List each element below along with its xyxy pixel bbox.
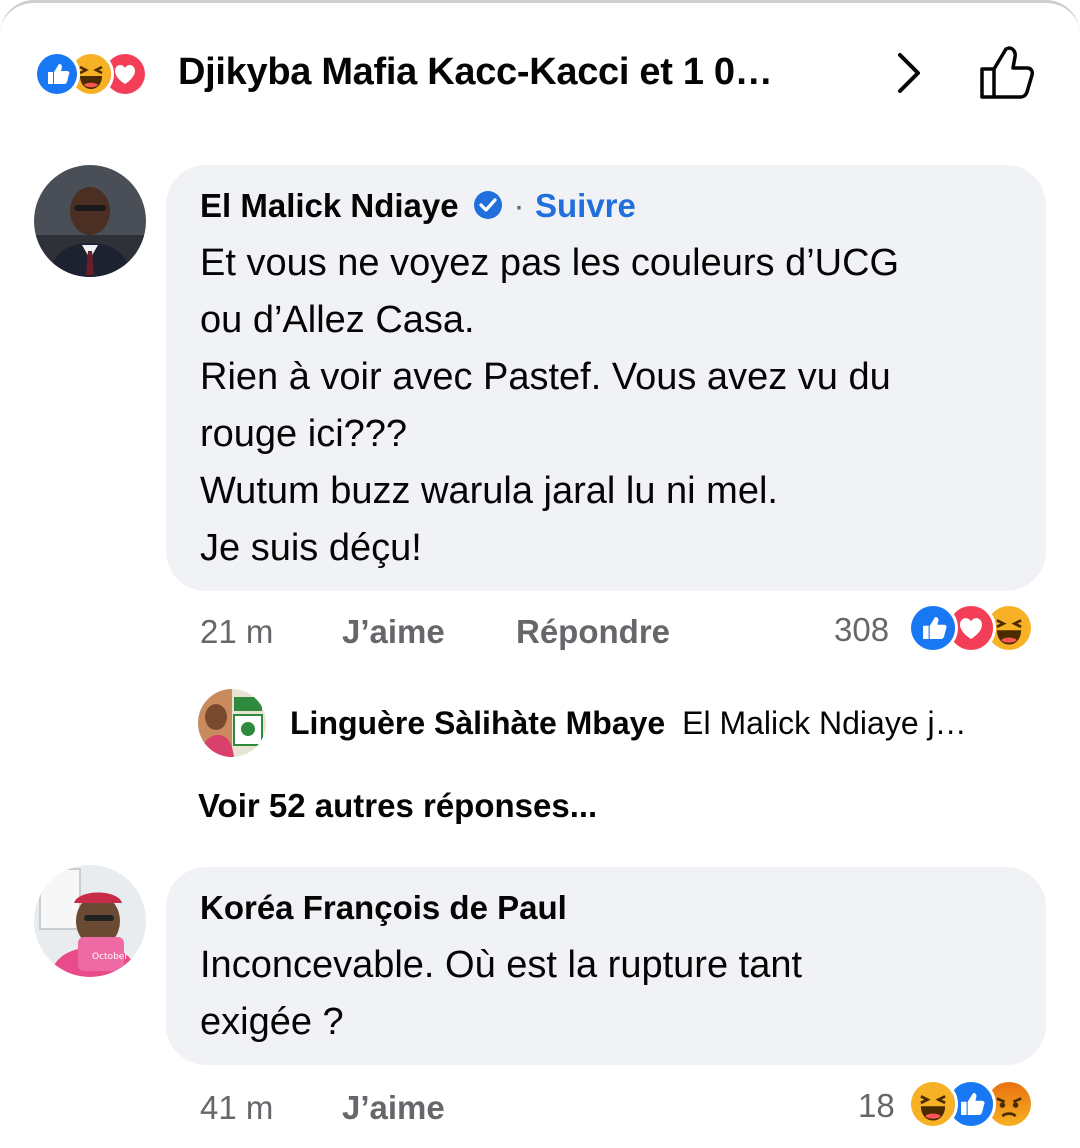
comments-sheet: Djikyba Mafia Kacc-Kacci et 1 0… El Mali… <box>0 0 1080 1148</box>
avatar[interactable] <box>34 165 146 277</box>
follow-button[interactable]: Suivre <box>535 187 636 224</box>
avatar[interactable]: October <box>34 865 146 977</box>
reactions-header[interactable]: Djikyba Mafia Kacc-Kacci et 1 0… <box>34 43 1044 107</box>
like-outline-icon[interactable] <box>976 43 1038 103</box>
view-more-replies-link[interactable]: Voir 52 autres réponses... <box>198 787 597 825</box>
comment-reactions[interactable] <box>908 603 1048 653</box>
like-icon <box>34 51 80 97</box>
reaction-icons-group[interactable] <box>34 51 174 99</box>
comment-text: Et vous ne voyez pas les couleurs d’UCG … <box>200 242 900 569</box>
like-button[interactable]: J’aime <box>342 1089 445 1127</box>
verified-badge-icon <box>473 190 503 220</box>
comment-author[interactable]: Koréa François de Paul <box>200 889 567 927</box>
reply-avatar[interactable] <box>198 689 266 757</box>
comment-timestamp: 21 m <box>200 613 274 650</box>
haha-icon <box>908 1079 958 1129</box>
reply-button[interactable]: Répondre <box>516 613 670 651</box>
reply-author: Linguère Sàlihàte Mbaye <box>290 705 666 741</box>
comment-bubble: El Malick Ndiaye · Suivre Et vous ne voy… <box>166 165 1046 591</box>
comment-reactions[interactable] <box>908 1079 1048 1129</box>
avatar-badge-text: October <box>92 952 128 962</box>
comment-header: El Malick Ndiaye · Suivre <box>200 187 636 225</box>
reply-preview[interactable]: Linguère Sàlihàte Mbaye El Malick Ndiaye… <box>198 689 1048 759</box>
comment-timestamp: 41 m <box>200 1089 274 1126</box>
reply-text: El Malick Ndiaye j… <box>682 705 967 741</box>
like-icon <box>908 603 958 653</box>
reaction-count[interactable]: 308 <box>834 611 889 649</box>
comment-bubble: Koréa François de Paul Inconcevable. Où … <box>166 867 1046 1065</box>
comment-text: Inconcevable. Où est la rupture tant exi… <box>200 944 803 1043</box>
reaction-count[interactable]: 18 <box>858 1087 895 1125</box>
like-button[interactable]: J’aime <box>342 613 445 651</box>
reactors-title[interactable]: Djikyba Mafia Kacc-Kacci et 1 0… <box>178 51 773 94</box>
chevron-right-icon[interactable] <box>892 49 926 97</box>
separator-dot: · <box>513 187 525 224</box>
comment-author[interactable]: El Malick Ndiaye <box>200 187 459 224</box>
